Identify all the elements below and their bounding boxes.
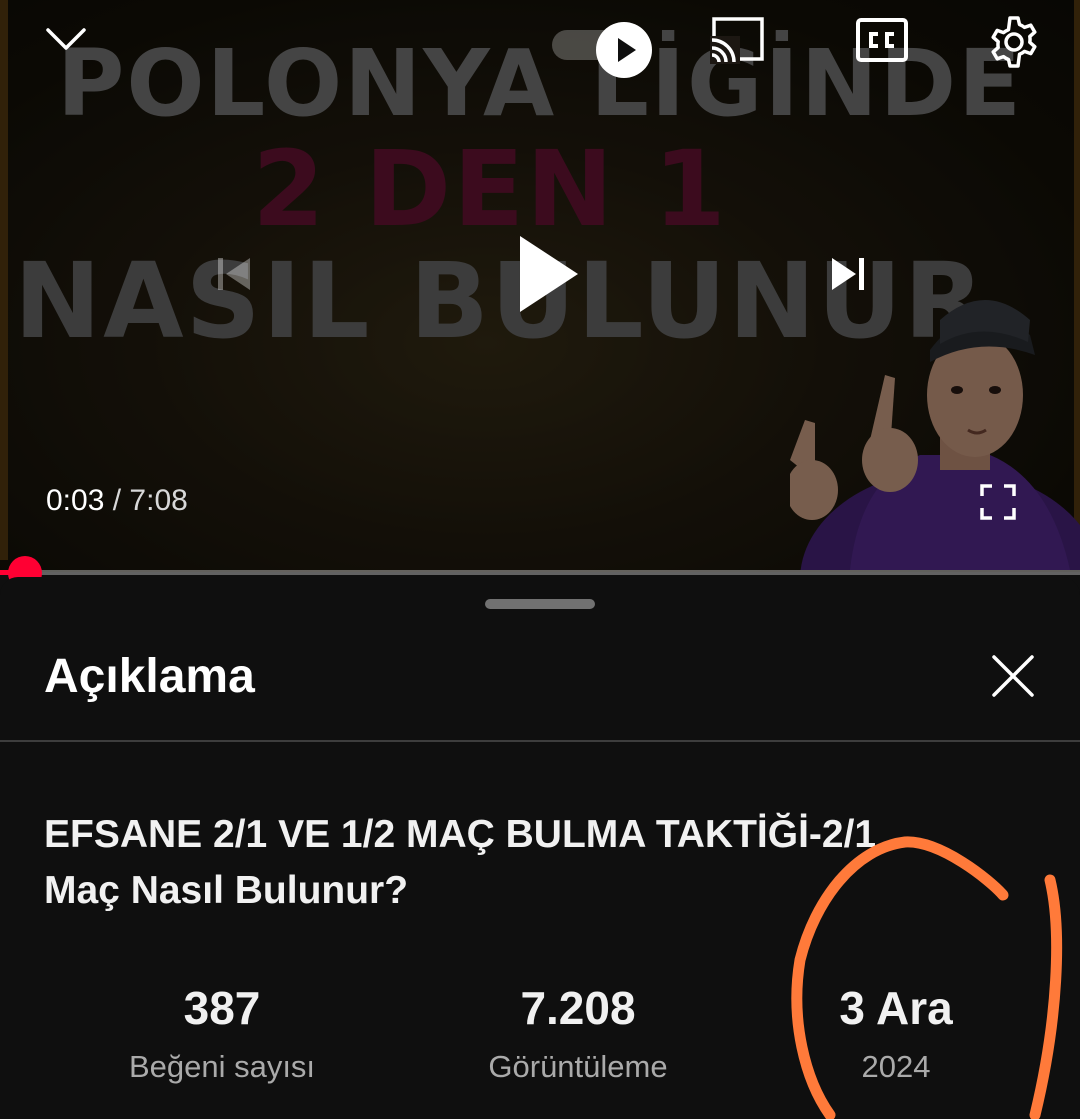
time-readout: 0:03 / 7:08 [46, 484, 188, 518]
close-icon[interactable] [990, 653, 1036, 699]
next-icon[interactable] [828, 254, 868, 294]
sheet-title: Açıklama [44, 650, 255, 703]
video-player[interactable]: POLONYA LİGİNDE 2 DEN 1 NASIL BULUNUR 0:… [0, 0, 1080, 572]
chevron-down-icon[interactable] [44, 22, 88, 56]
video-title: EFSANE 2/1 VE 1/2 MAÇ BULMA TAKTİĞİ-2/1 … [44, 813, 877, 912]
publish-date-stat: 3 Ara 2024 [746, 981, 1046, 1085]
views-label: Görüntüleme [488, 1049, 668, 1084]
publish-date-day-month: 3 Ara [839, 982, 953, 1034]
sheet-drag-handle[interactable] [485, 599, 595, 609]
likes-label: Beğeni sayısı [128, 1049, 316, 1084]
time-separator: / [112, 484, 122, 517]
sheet-divider [0, 740, 1080, 742]
video-duration: 7:08 [129, 484, 188, 517]
progress-bar[interactable] [0, 570, 1080, 575]
cc-icon[interactable] [856, 18, 908, 62]
description-sheet: Açıklama EFSANE 2/1 VE 1/2 MAÇ BULMA TAK… [0, 577, 1080, 1119]
previous-icon[interactable] [214, 254, 254, 294]
fullscreen-icon[interactable] [980, 484, 1016, 520]
autoplay-toggle[interactable] [552, 22, 652, 78]
views-count: 7.208 [520, 982, 636, 1034]
current-time: 0:03 [46, 484, 105, 517]
play-icon[interactable] [516, 234, 580, 314]
publish-date-year: 2024 [861, 1049, 931, 1084]
likes-count: 387 [183, 982, 261, 1034]
gear-icon[interactable] [986, 14, 1042, 70]
likes-stat: 387 Beğeni sayısı [72, 981, 372, 1085]
autoplay-play-icon [596, 22, 652, 78]
cast-icon[interactable] [708, 16, 766, 64]
views-stat: 7.208 Görüntüleme [428, 981, 728, 1085]
